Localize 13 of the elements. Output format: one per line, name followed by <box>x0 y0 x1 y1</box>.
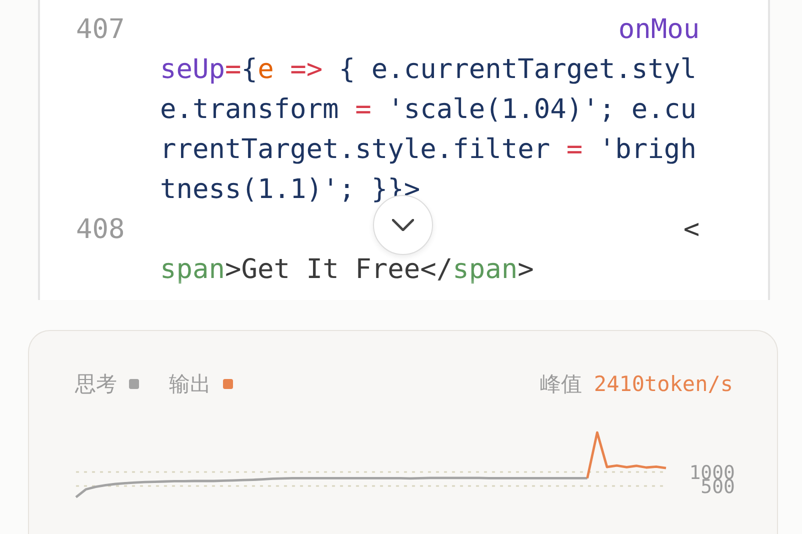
legend-label: 思考 <box>75 371 117 398</box>
line-number: 407 <box>75 13 126 47</box>
code-line: span>Get It Free</span> <box>160 253 534 287</box>
peak-value: 2410token/s <box>594 372 733 396</box>
code-line: < <box>683 213 700 247</box>
legend-label: 输出 <box>169 371 211 398</box>
line-number: 408 <box>75 213 126 247</box>
code-line: rrentTarget.style.filter = 'brigh <box>160 133 696 167</box>
code-line: onMou <box>618 13 700 47</box>
chevron-down-icon <box>392 219 414 231</box>
code-line: seUp={e => { e.currentTarget.styl <box>160 53 696 87</box>
peak-label: 峰值 <box>540 371 582 398</box>
code-line: e.transform = 'scale(1.04)'; e.cu <box>160 93 696 127</box>
